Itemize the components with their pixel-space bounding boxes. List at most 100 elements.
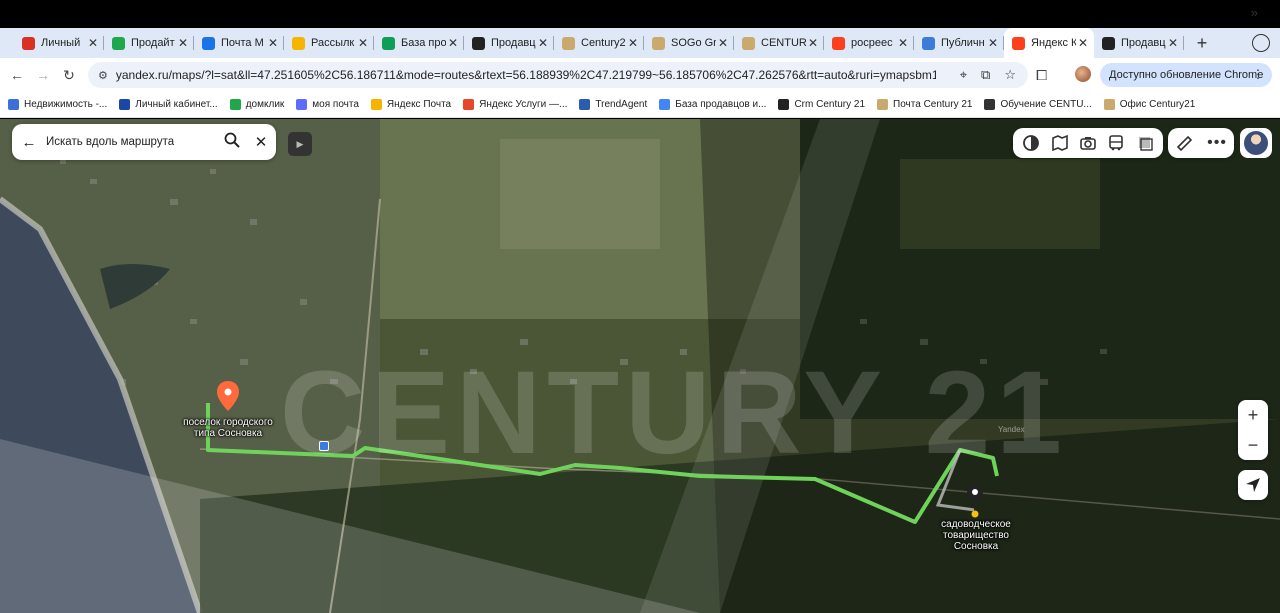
tab-close-icon[interactable]: ✕	[716, 36, 730, 50]
chrome-update-label: Доступно обновление Chrome	[1109, 69, 1264, 81]
tab-label: Рассылк	[311, 37, 355, 49]
end-pin-icon[interactable]	[967, 484, 983, 518]
search-icon[interactable]	[218, 132, 246, 153]
mail-icon	[202, 36, 215, 50]
start-location-label: поселок городского типа Сосновка	[183, 417, 273, 439]
browser-tab[interactable]: Публичн ✕	[914, 28, 1004, 58]
tab-label: росреес	[851, 37, 893, 49]
reload-icon[interactable]: ↻	[56, 67, 82, 84]
bookmark-item[interactable]: домклик	[229, 99, 284, 110]
bus-stop-icon[interactable]	[319, 441, 329, 451]
bookmarks-overflow-icon[interactable]: »	[1251, 5, 1258, 20]
tab-label: Публичн	[941, 37, 985, 49]
bookmark-favicon-icon	[463, 99, 475, 110]
bookmark-item[interactable]: База продавцов и...	[659, 99, 766, 110]
browser-tab[interactable]: Century2 ✕	[554, 28, 644, 58]
browser-tab[interactable]: CENTUR ✕	[734, 28, 824, 58]
tab-close-icon[interactable]: ✕	[986, 36, 1000, 50]
panorama-camera-icon[interactable]	[1079, 134, 1097, 152]
zoom-out-button[interactable]: −	[1238, 430, 1268, 460]
close-icon[interactable]: ✕	[246, 133, 276, 151]
zoom-controls: + −	[1238, 400, 1268, 460]
bookmark-favicon-icon	[370, 99, 382, 110]
zoom-in-button[interactable]: +	[1238, 400, 1268, 430]
tab-label: Продайт	[131, 37, 175, 49]
user-avatar-button[interactable]	[1240, 128, 1272, 158]
bookmark-label: Недвижимость -...	[24, 99, 108, 110]
transit-bus-icon[interactable]	[1107, 134, 1125, 152]
user-avatar	[1244, 131, 1268, 155]
tab-close-icon[interactable]: ✕	[1166, 36, 1180, 50]
bookmark-item[interactable]: Недвижимость -...	[8, 99, 107, 110]
browser-tab[interactable]: База про ✕	[374, 28, 464, 58]
yandex-map-attribution: Yandex	[998, 425, 1025, 434]
bookmark-star-icon[interactable]: ☆	[1004, 67, 1016, 83]
back-arrow-icon[interactable]: ←	[12, 134, 46, 151]
browser-tab[interactable]: Яндекс К ✕	[1004, 28, 1094, 58]
url-text[interactable]: yandex.ru/maps/?l=sat&ll=47.251605%2C56.…	[116, 68, 936, 82]
bookmark-item[interactable]: TrendAgent	[579, 99, 647, 110]
browser-tab[interactable]: росреес ✕	[824, 28, 914, 58]
start-pin-icon[interactable]	[216, 380, 240, 412]
site-settings-icon[interactable]: ⚙	[98, 69, 108, 82]
forward-icon[interactable]: →	[30, 67, 56, 83]
route-search-box[interactable]: ← Искать вдоль маршрута ✕	[12, 124, 276, 160]
extensions-icon[interactable]: ⧠	[1036, 67, 1047, 84]
tab-close-icon[interactable]: ✕	[176, 36, 190, 50]
century21-c-icon	[562, 36, 575, 50]
tab-close-icon[interactable]: ✕	[446, 36, 460, 50]
ruler-icon[interactable]	[1175, 134, 1193, 152]
chrome-update-button[interactable]: Доступно обновление Chrome ⋮	[1100, 63, 1272, 87]
tab-close-icon[interactable]: ✕	[626, 36, 640, 50]
map-view-icon[interactable]	[1136, 134, 1154, 152]
screen-top-bar	[0, 0, 1280, 28]
browser-tab[interactable]: Рассылк ✕	[284, 28, 374, 58]
tab-search-icon[interactable]	[1252, 34, 1270, 52]
tab-label: Почта M	[221, 37, 264, 49]
install-app-icon[interactable]: ⧉	[981, 67, 990, 83]
tab-close-icon[interactable]: ✕	[266, 36, 280, 50]
bookmark-item[interactable]: Crm Century 21	[778, 99, 865, 110]
tab-close-icon[interactable]: ✕	[896, 36, 910, 50]
layers-icon[interactable]	[1022, 134, 1040, 152]
century21-watermark: CENTURY 21	[280, 347, 1068, 479]
browser-tab[interactable]: Продайт ✕	[104, 28, 194, 58]
search-input[interactable]: Искать вдоль маршрута	[46, 136, 218, 148]
tab-close-icon[interactable]: ✕	[86, 36, 100, 50]
tab-close-icon[interactable]: ✕	[806, 36, 820, 50]
tab-label: SOGo Gr	[671, 37, 716, 49]
bookmark-item[interactable]: Офис Century21	[1103, 99, 1195, 110]
bookmark-favicon-icon	[778, 99, 790, 110]
more-menu-icon[interactable]: ⋮	[1252, 67, 1264, 81]
browser-tab[interactable]: Почта M ✕	[194, 28, 284, 58]
bookmark-item[interactable]: Обучение CENTU...	[984, 99, 1092, 110]
bookmark-item[interactable]: Почта Century 21	[877, 99, 972, 110]
tab-close-icon[interactable]: ✕	[536, 36, 550, 50]
address-bar[interactable]: ⚙ yandex.ru/maps/?l=sat&ll=47.251605%2C5…	[88, 62, 1028, 88]
bookmark-item[interactable]: Яндекс Почта	[370, 99, 451, 110]
browser-tab[interactable]: SOGo Gr ✕	[644, 28, 734, 58]
bookmark-item[interactable]: Яндекс Услуги —...	[463, 99, 567, 110]
bookmark-item[interactable]: моя почта	[296, 99, 359, 110]
map-book-icon	[922, 36, 935, 50]
location-icon[interactable]: ⌖	[960, 67, 967, 83]
bookmark-label: Яндекс Услуги —...	[479, 99, 568, 110]
browser-tab[interactable]: Продавц ✕	[1094, 28, 1184, 58]
browser-tab[interactable]: Личный ✕	[14, 28, 104, 58]
century21-c-icon	[742, 36, 755, 50]
bookmark-item[interactable]: Личный кабинет...	[119, 99, 218, 110]
more-options-icon[interactable]: •••	[1207, 134, 1227, 152]
tab-close-icon[interactable]: ✕	[1076, 36, 1090, 50]
traffic-map-icon[interactable]	[1051, 134, 1069, 152]
my-location-button[interactable]	[1238, 470, 1268, 500]
collapse-panel-button[interactable]: ▶	[288, 132, 312, 156]
tab-label: Продавц	[491, 37, 536, 49]
profile-avatar[interactable]	[1075, 66, 1091, 82]
back-icon[interactable]: ←	[4, 67, 30, 83]
browser-tab[interactable]: Продавц ✕	[464, 28, 554, 58]
new-tab-button[interactable]: +	[1192, 33, 1212, 54]
tab-close-icon[interactable]: ✕	[356, 36, 370, 50]
bookmark-favicon-icon	[877, 99, 889, 110]
bookmark-favicon-icon	[8, 99, 19, 110]
bookmark-favicon-icon	[296, 99, 308, 110]
